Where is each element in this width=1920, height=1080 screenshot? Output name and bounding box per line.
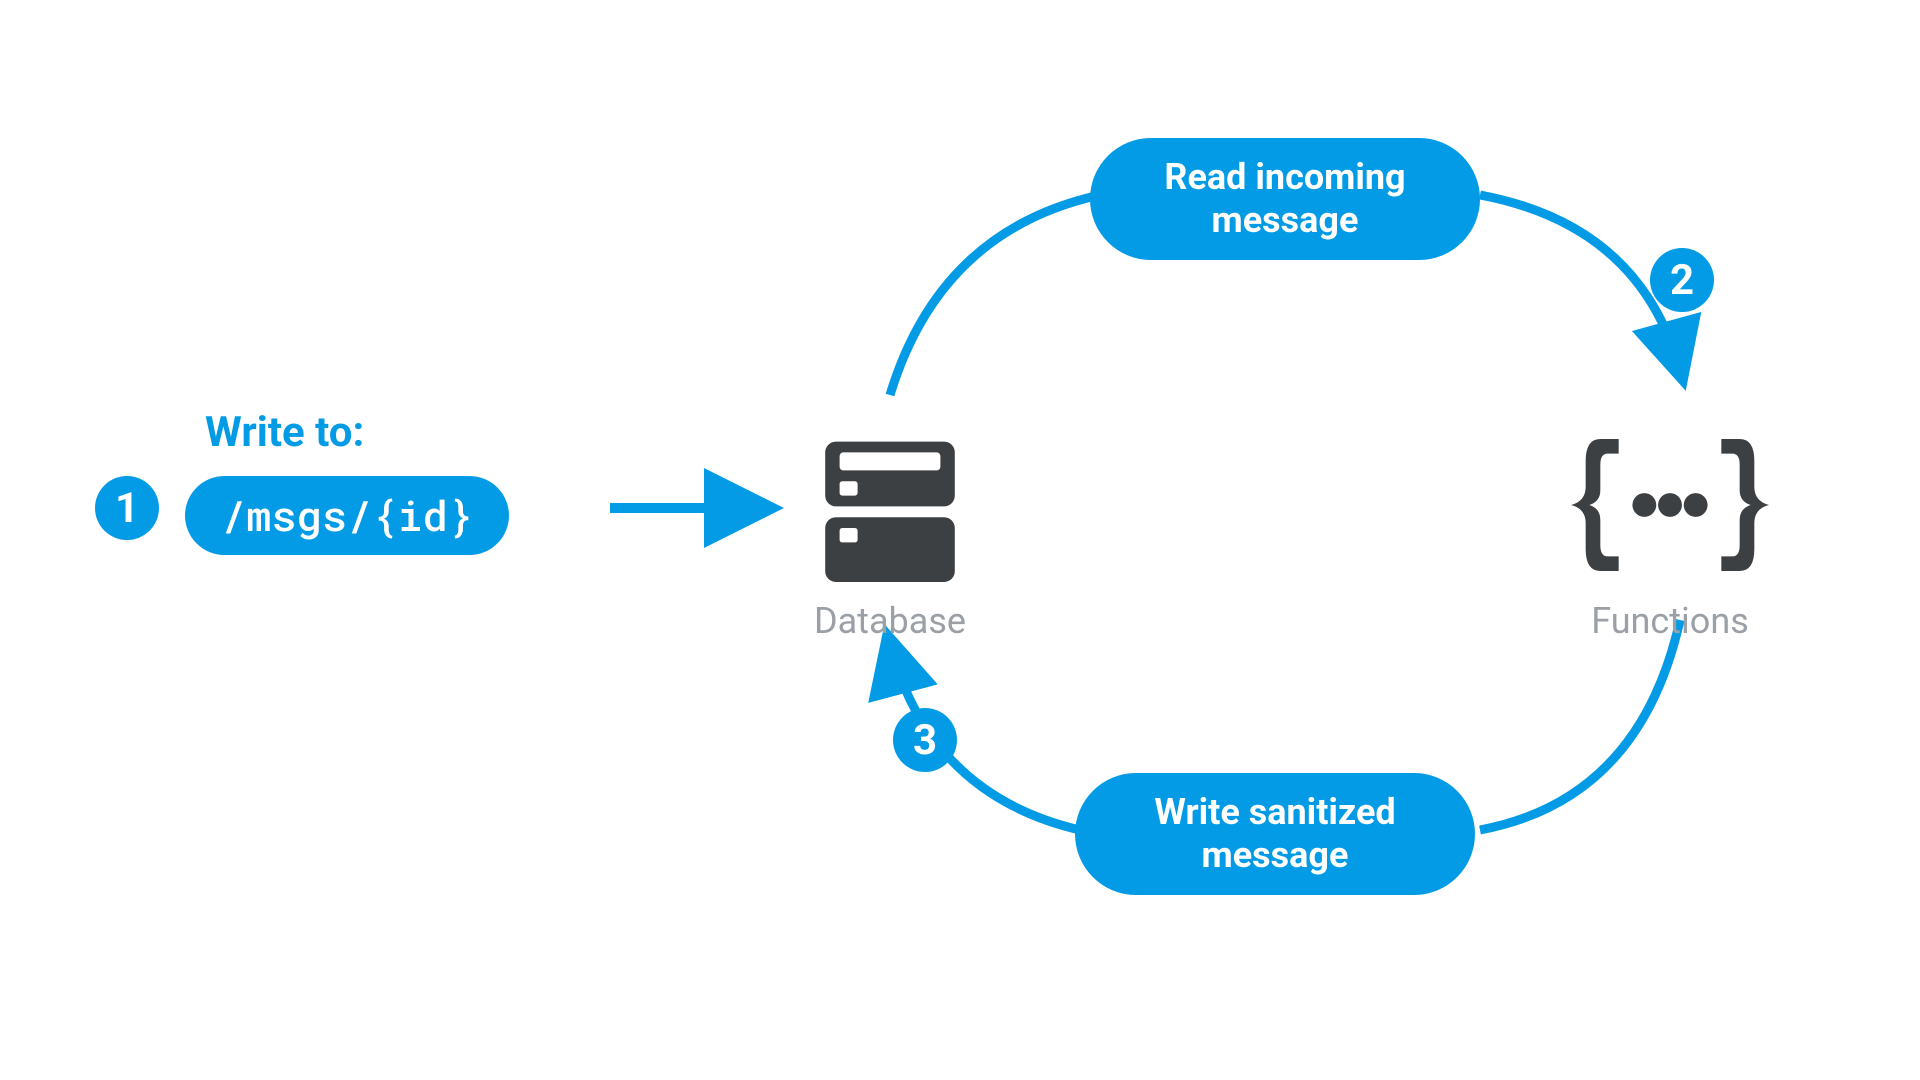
bottom-step-pill-line1: Write sanitized: [1115, 791, 1435, 834]
step-badge-1-number: 1: [115, 484, 139, 533]
write-to-label: Write to:: [205, 408, 364, 457]
step-badge-3-number: 3: [913, 716, 937, 765]
functions-label: Functions: [1545, 600, 1795, 642]
bottom-step-pill: Write sanitized message: [1075, 773, 1475, 895]
write-path-pill: /msgs/{id}: [185, 476, 509, 555]
database-node: [800, 420, 980, 604]
step-badge-1: 1: [95, 476, 159, 540]
diagram-canvas: Write to: 1 /msgs/{id} Database Function…: [0, 0, 1920, 1080]
arc-functions-to-bottom-pill: [1480, 620, 1680, 830]
step-badge-2: 2: [1650, 248, 1714, 312]
functions-icon: [1560, 410, 1780, 600]
database-label: Database: [800, 600, 980, 642]
bottom-step-pill-line2: message: [1115, 834, 1435, 877]
functions-node: [1560, 410, 1780, 604]
top-step-pill-line2: message: [1130, 199, 1440, 242]
step-badge-3: 3: [893, 708, 957, 772]
arc-db-to-top-pill: [890, 195, 1100, 395]
write-path-text: /msgs/{id}: [221, 488, 473, 543]
top-step-pill: Read incoming message: [1090, 138, 1480, 260]
top-step-pill-line1: Read incoming: [1130, 156, 1440, 199]
database-icon: [800, 420, 980, 600]
step-badge-2-number: 2: [1670, 256, 1694, 305]
